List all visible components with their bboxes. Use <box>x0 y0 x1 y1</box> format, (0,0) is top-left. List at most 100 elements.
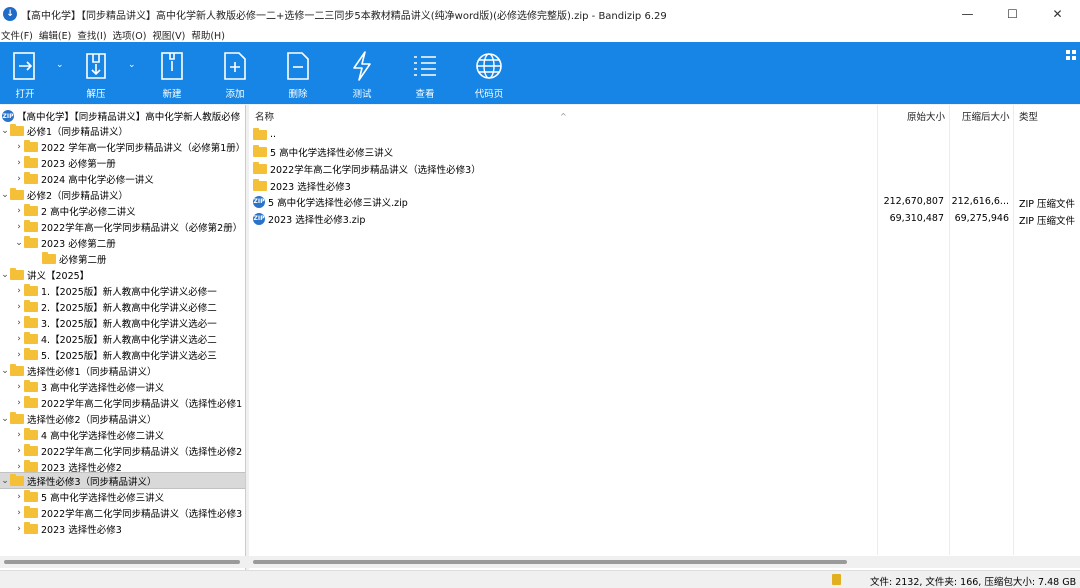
chevron-right-icon[interactable]: › <box>14 398 24 408</box>
chevron-down-icon[interactable]: ⌄ <box>0 190 10 200</box>
tree-item[interactable]: › 2023 选择性必修3 <box>0 521 245 537</box>
extract-button[interactable]: 解压 <box>71 42 121 104</box>
tree-group-elective-3-selected[interactable]: ⌄ 选择性必修3（同步精品讲义） <box>0 472 245 489</box>
test-button[interactable]: 测试 <box>337 42 387 104</box>
bandizip-app-icon[interactable]: ↓ <box>3 7 17 21</box>
file-name: .. <box>270 129 277 140</box>
menu-help[interactable]: 帮助(H) <box>190 28 230 42</box>
chevron-down-icon[interactable]: ⌄ <box>0 126 10 136</box>
folder-icon <box>10 268 24 280</box>
column-header-name[interactable]: 名称 <box>255 105 274 127</box>
chevron-down-icon[interactable]: ⌄ <box>0 270 10 280</box>
tree-item-label: 2023 必修第二册 <box>41 239 116 250</box>
file-row[interactable]: 5 高中化学选择性必修三讲义 <box>249 143 1080 160</box>
chevron-right-icon[interactable]: › <box>14 206 24 216</box>
list-horizontal-scrollbar[interactable] <box>249 556 1080 568</box>
chevron-down-icon[interactable]: ⌄ <box>0 366 10 376</box>
extract-dropdown-chevron-icon[interactable]: ⌄ <box>128 60 136 70</box>
tree-group-lecture-2025[interactable]: ⌄ 讲义【2025】 <box>0 267 245 283</box>
menu-file[interactable]: 文件(F) <box>0 28 38 42</box>
view-button[interactable]: 查看 <box>400 42 450 104</box>
tree-item[interactable]: 必修第二册 <box>0 251 245 267</box>
chevron-right-icon[interactable]: › <box>14 382 24 392</box>
tree-group-compulsory-1[interactable]: ⌄ 必修1（同步精品讲义） <box>0 123 245 139</box>
tree-item[interactable]: ⌄ 2023 必修第二册 <box>0 235 245 251</box>
menu-edit[interactable]: 编辑(E) <box>38 28 76 42</box>
tree-item[interactable]: › 2022 学年高一化学同步精品讲义（必修第1册） <box>0 139 245 155</box>
tree-item[interactable]: › 2022学年高二化学同步精品讲义（选择性必修2 <box>0 443 245 459</box>
codepage-button[interactable]: 代码页 <box>464 42 514 104</box>
column-header-type[interactable]: 类型 <box>1019 105 1038 127</box>
tree-item[interactable]: › 3.【2025版】新人教高中化学讲义选必一 <box>0 315 245 331</box>
tree-item-label: 必修2（同步精品讲义） <box>27 191 129 202</box>
tree-item[interactable]: › 2022学年高一化学同步精品讲义（必修第2册） <box>0 219 245 235</box>
chevron-right-icon[interactable]: › <box>14 142 24 152</box>
layout-grid-icon[interactable] <box>1066 50 1076 60</box>
chevron-right-icon[interactable]: › <box>14 462 24 472</box>
file-row[interactable]: .. <box>249 126 1080 143</box>
folder-icon <box>24 332 38 344</box>
scrollbar-thumb[interactable] <box>253 560 847 564</box>
tree-group-elective-2[interactable]: ⌄ 选择性必修2（同步精品讲义） <box>0 411 245 427</box>
folder-tree[interactable]: ZIP 【高中化学】【同步精品讲义】高中化学新人教版必修 ⌄ 必修1（同步精品讲… <box>0 105 246 570</box>
chevron-right-icon[interactable]: › <box>14 302 24 312</box>
chevron-down-icon[interactable]: ⌄ <box>0 476 10 486</box>
tree-item-label: 选择性必修1（同步精品讲义） <box>27 367 157 378</box>
open-button[interactable]: 打开 <box>0 42 50 104</box>
delete-button[interactable]: 删除 <box>273 42 323 104</box>
file-row[interactable]: ZIP 2023 选择性必修3.zip 69,310,487 69,275,946… <box>249 210 1080 227</box>
menu-options[interactable]: 选项(O) <box>112 28 152 42</box>
chevron-right-icon[interactable]: › <box>14 222 24 232</box>
tree-item[interactable]: › 2022学年高二化学同步精品讲义（选择性必修3 <box>0 505 245 521</box>
tree-item-label: 2022学年高二化学同步精品讲义（选择性必修2 <box>41 447 243 458</box>
chevron-right-icon[interactable]: › <box>14 158 24 168</box>
menu-view[interactable]: 视图(V) <box>151 28 190 42</box>
tree-item[interactable]: › 5.【2025版】新人教高中化学讲义选必三 <box>0 347 245 363</box>
file-row[interactable]: 2022学年高二化学同步精品讲义（选择性必修3） <box>249 160 1080 177</box>
chevron-right-icon[interactable]: › <box>14 350 24 360</box>
tree-item[interactable]: › 5 高中化学选择性必修三讲义 <box>0 489 245 505</box>
file-row[interactable]: 2023 选择性必修3 <box>249 177 1080 194</box>
chevron-right-icon[interactable]: › <box>14 524 24 534</box>
file-row[interactable]: ZIP 5 高中化学选择性必修三讲义.zip 212,670,807 212,61… <box>249 193 1080 210</box>
chevron-right-icon[interactable]: › <box>14 492 24 502</box>
folder-icon <box>24 316 38 328</box>
tree-root[interactable]: ZIP 【高中化学】【同步精品讲义】高中化学新人教版必修 <box>0 108 245 124</box>
view-label: 查看 <box>415 89 435 100</box>
scrollbar-thumb[interactable] <box>4 560 240 564</box>
tree-item[interactable]: › 2022学年高二化学同步精品讲义（选择性必修1 <box>0 395 245 411</box>
tree-item[interactable]: › 4 高中化学选择性必修二讲义 <box>0 427 245 443</box>
menu-find[interactable]: 查找(I) <box>76 28 111 42</box>
column-header-compressed-size[interactable]: 压缩后大小 <box>962 105 1010 127</box>
add-button[interactable]: 添加 <box>210 42 260 104</box>
close-button[interactable]: ✕ <box>1035 0 1080 28</box>
chevron-down-icon[interactable]: ⌄ <box>14 238 24 248</box>
tree-item[interactable]: › 2 高中化学必修二讲义 <box>0 203 245 219</box>
tree-item[interactable]: › 2024 高中化学必修一讲义 <box>0 171 245 187</box>
maximize-button[interactable]: ☐ <box>990 0 1035 28</box>
tree-group-elective-1[interactable]: ⌄ 选择性必修1（同步精品讲义） <box>0 363 245 379</box>
chevron-right-icon[interactable]: › <box>14 318 24 328</box>
tree-item[interactable]: › 2023 必修第一册 <box>0 155 245 171</box>
chevron-right-icon[interactable]: › <box>14 286 24 296</box>
column-header-original-size[interactable]: 原始大小 <box>907 105 945 127</box>
file-list[interactable]: 名称 ^ 原始大小 压缩后大小 类型 .. 5 高中化学选择性必修三讲义 202… <box>249 105 1080 570</box>
chevron-right-icon[interactable]: › <box>14 430 24 440</box>
chevron-right-icon[interactable]: › <box>14 508 24 518</box>
chevron-right-icon[interactable]: › <box>14 446 24 456</box>
chevron-down-icon[interactable]: ⌄ <box>0 414 10 424</box>
chevron-right-icon[interactable]: › <box>14 334 24 344</box>
chevron-right-icon[interactable]: › <box>14 174 24 184</box>
tree-item[interactable]: › 1.【2025版】新人教高中化学讲义必修一 <box>0 283 245 299</box>
tree-item[interactable]: › 3 高中化学选择性必修一讲义 <box>0 379 245 395</box>
new-button[interactable]: 新建 <box>147 42 197 104</box>
tree-item[interactable]: › 4.【2025版】新人教高中化学讲义选必二 <box>0 331 245 347</box>
minimize-button[interactable]: — <box>945 0 990 28</box>
open-dropdown-chevron-icon[interactable]: ⌄ <box>56 60 64 70</box>
zip-file-icon: ZIP <box>253 212 265 225</box>
tree-group-compulsory-2[interactable]: ⌄ 必修2（同步精品讲义） <box>0 187 245 203</box>
tree-item-label: 2022学年高一化学同步精品讲义（必修第2册） <box>41 223 243 234</box>
tree-item[interactable]: › 2.【2025版】新人教高中化学讲义必修二 <box>0 299 245 315</box>
tree-horizontal-scrollbar[interactable] <box>0 556 246 568</box>
tree-item-label: 1.【2025版】新人教高中化学讲义必修一 <box>41 287 217 298</box>
